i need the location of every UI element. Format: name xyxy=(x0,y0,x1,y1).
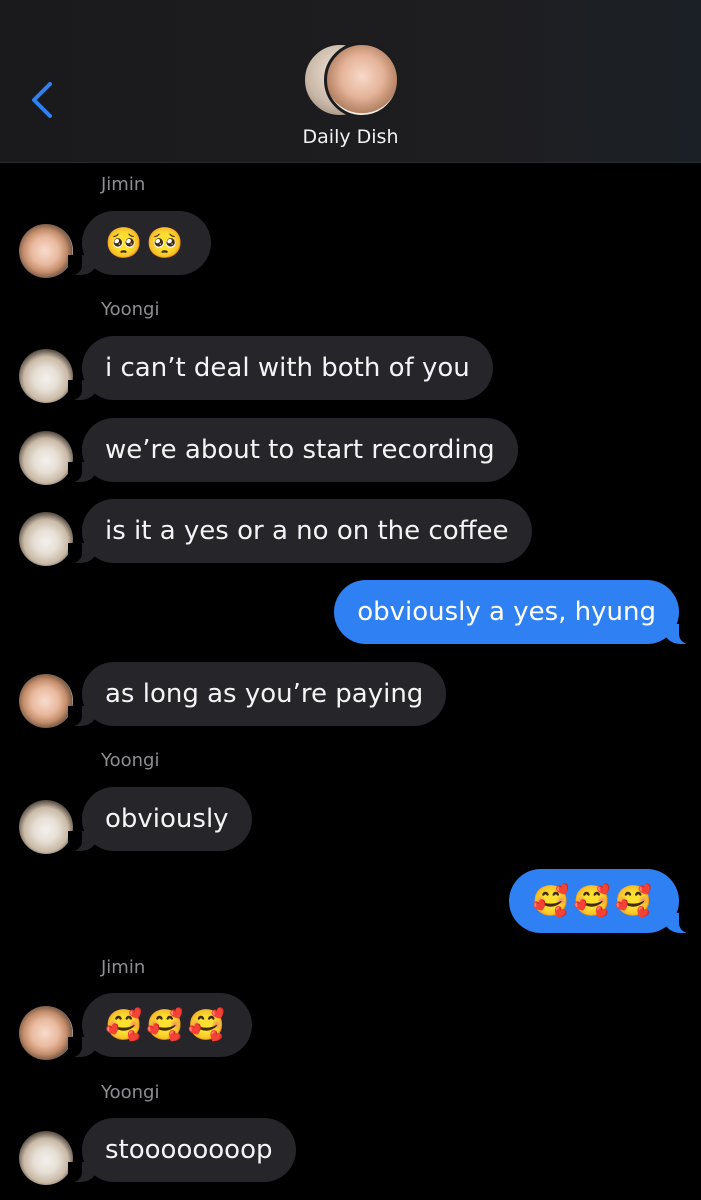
message-bubble[interactable]: stoooooooop xyxy=(68,1118,296,1182)
message-bubble-outgoing[interactable]: 🥰🥰🥰 xyxy=(508,869,694,933)
avatar[interactable] xyxy=(19,674,73,728)
message-text: obviously xyxy=(105,804,229,834)
chat-header: Daily Dish xyxy=(0,0,701,163)
member-avatar xyxy=(324,42,400,118)
sender-name: Jimin xyxy=(101,174,146,195)
sender-name: Yoongi xyxy=(101,1082,160,1103)
message-text: 🥰🥰🥰 xyxy=(531,883,656,919)
message-bubble[interactable]: obviously xyxy=(68,787,252,851)
message-text: is it a yes or a no on the coffee xyxy=(105,516,509,546)
avatar[interactable] xyxy=(19,1131,73,1185)
avatar[interactable] xyxy=(19,512,73,566)
chevron-left-icon xyxy=(32,82,52,118)
message-bubble[interactable]: 🥺🥺 xyxy=(68,211,211,275)
message-bubble[interactable]: as long as you’re paying xyxy=(67,662,447,726)
message-text: obviously a yes, hyung xyxy=(357,597,656,627)
message-text: we’re about to start recording xyxy=(105,435,495,465)
message-bubble[interactable]: 🥰🥰🥰 xyxy=(67,993,253,1057)
message-bubble[interactable]: we’re about to start recording xyxy=(68,418,518,482)
message-text: as long as you’re paying xyxy=(105,679,424,709)
message-text: stoooooooop xyxy=(105,1135,273,1165)
message-text: i can’t deal with both of you xyxy=(105,353,470,383)
sender-name: Yoongi xyxy=(101,750,160,771)
message-bubble[interactable]: is it a yes or a no on the coffee xyxy=(68,499,532,563)
back-button[interactable] xyxy=(22,72,62,128)
group-name[interactable]: Daily Dish xyxy=(0,126,701,148)
avatar[interactable] xyxy=(19,800,73,854)
avatar[interactable] xyxy=(19,349,73,403)
message-bubble-outgoing[interactable]: obviously a yes, hyung xyxy=(334,580,693,644)
sender-name: Jimin xyxy=(101,957,146,978)
message-bubble[interactable]: i can’t deal with both of you xyxy=(68,336,493,400)
avatar[interactable] xyxy=(19,224,73,278)
message-text: 🥺🥺 xyxy=(105,225,188,261)
group-avatar[interactable] xyxy=(302,42,402,118)
sender-name: Yoongi xyxy=(101,299,160,320)
message-text: 🥰🥰🥰 xyxy=(105,1007,230,1043)
avatar[interactable] xyxy=(19,431,73,485)
avatar[interactable] xyxy=(19,1006,73,1060)
